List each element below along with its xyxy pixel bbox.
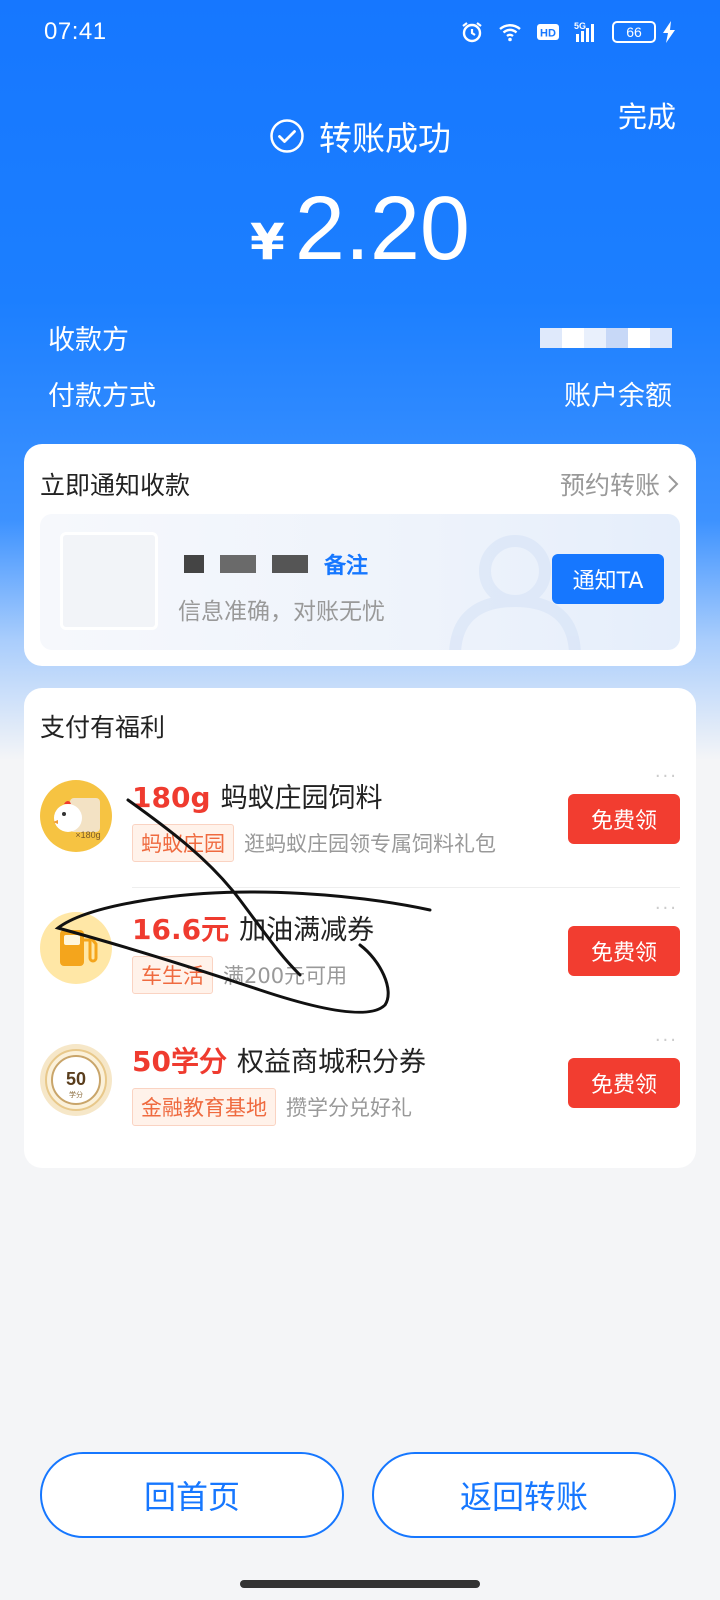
benefit-highlight: 50学分 <box>132 1045 227 1078</box>
home-button[interactable]: 回首页 <box>40 1452 344 1538</box>
check-circle-icon <box>270 119 304 153</box>
success-title: 转账成功 <box>319 119 451 158</box>
battery-indicator: 66 <box>612 21 676 43</box>
status-icons: HD 5G 66 <box>460 20 676 44</box>
hd-icon: HD <box>537 24 559 40</box>
claim-free-button[interactable]: 免费领 <box>568 1058 680 1108</box>
amount-value: 2.20 <box>294 179 470 279</box>
benefit-name: 权益商城积分券 <box>236 1047 426 1078</box>
svg-text:HD: HD <box>540 28 556 40</box>
pay-method-value: 账户余额 <box>564 381 672 412</box>
notify-title: 立即通知收款 <box>40 471 191 500</box>
claim-free-button[interactable]: 免费领 <box>568 794 680 844</box>
signal-5g-icon: 5G <box>574 21 594 42</box>
benefit-item[interactable]: ··· ×180g 180g 蚂蚁庄园饲料 蚂蚁庄园 逛蚂蚁庄园领专属饲料礼包 … <box>24 758 696 888</box>
chevron-right-icon <box>668 475 679 493</box>
notify-payee-card: 立即通知收款 预约转账 备注 信息准确，对账无忧 通知TA <box>24 444 696 666</box>
status-time: 07:41 <box>44 18 107 45</box>
benefit-item[interactable]: ··· 50 学分 50学分 权益商城积分券 金融教育基地 攒学分兑好礼 免费领 <box>24 1022 696 1152</box>
payee-avatar <box>60 532 158 630</box>
benefit-title: 50学分 权益商城积分券 <box>132 1040 426 1080</box>
benefit-title: 16.6元 加油满减券 <box>132 908 374 948</box>
more-options-icon[interactable]: ··· <box>655 766 678 787</box>
wifi-icon <box>499 24 521 42</box>
alarm-icon <box>462 22 482 43</box>
benefit-desc: 逛蚂蚁庄园领专属饲料礼包 <box>244 832 496 856</box>
notify-panel: 备注 信息准确，对账无忧 通知TA <box>40 514 680 650</box>
remark-label: 备注 <box>324 554 369 579</box>
benefit-tag: 蚂蚁庄园 <box>132 824 234 862</box>
currency-symbol: ¥ <box>250 213 285 271</box>
schedule-transfer-link[interactable]: 预约转账 <box>560 466 680 502</box>
status-bar: 07:41 HD 5G 66 <box>0 0 720 64</box>
charging-icon <box>663 21 675 43</box>
svg-text:5G: 5G <box>574 21 586 31</box>
benefit-item[interactable]: ··· 16.6元 加油满减券 车生活 满200元可用 免费领 <box>24 890 696 1020</box>
benefit-desc: 攒学分兑好礼 <box>286 1096 412 1120</box>
notify-ta-button[interactable]: 通知TA <box>552 554 664 604</box>
benefits-title: 支付有福利 <box>40 713 166 742</box>
payee-label: 收款方 <box>48 325 129 356</box>
credit-coin-icon: 50 学分 <box>40 1044 112 1116</box>
benefit-highlight: 16.6元 <box>132 913 230 946</box>
home-indicator[interactable] <box>240 1580 480 1588</box>
benefit-meta: 蚂蚁庄园 逛蚂蚁庄园领专属饲料礼包 <box>132 824 496 862</box>
chicken-feed-icon: ×180g <box>40 780 112 852</box>
payee-masked-name: 备注 <box>184 548 368 580</box>
svg-text:学分: 学分 <box>69 1090 83 1099</box>
more-options-icon[interactable]: ··· <box>655 898 678 919</box>
benefit-tag: 金融教育基地 <box>132 1088 276 1126</box>
back-to-transfer-button[interactable]: 返回转账 <box>372 1452 676 1538</box>
divider <box>132 887 680 888</box>
benefits-card: 支付有福利 ··· ×180g 180g 蚂蚁庄园饲料 蚂蚁庄园 逛蚂蚁庄园领专… <box>24 688 696 1168</box>
benefit-meta: 金融教育基地 攒学分兑好礼 <box>132 1088 412 1126</box>
benefit-name: 加油满减券 <box>239 915 375 946</box>
payee-row: 收款方 <box>48 318 672 357</box>
notify-subtitle: 信息准确，对账无忧 <box>178 599 385 625</box>
benefit-highlight: 180g <box>132 781 211 814</box>
battery-icon: 66 <box>612 21 656 43</box>
svg-text:50: 50 <box>66 1069 86 1089</box>
claim-free-button[interactable]: 免费领 <box>568 926 680 976</box>
benefit-tag: 车生活 <box>132 956 213 994</box>
fuel-pump-icon <box>40 912 112 984</box>
benefit-name: 蚂蚁庄园饲料 <box>220 783 383 814</box>
svg-text:×180g: ×180g <box>75 830 100 840</box>
payee-name-masked <box>540 327 672 348</box>
pay-method-row: 付款方式 账户余额 <box>48 374 672 413</box>
benefit-title: 180g 蚂蚁庄园饲料 <box>132 776 383 815</box>
schedule-transfer-label: 预约转账 <box>559 471 660 500</box>
pay-method-label: 付款方式 <box>48 381 156 412</box>
transfer-amount: ¥ 2.20 <box>0 178 720 281</box>
success-heading: 转账成功 <box>0 112 720 160</box>
more-options-icon[interactable]: ··· <box>655 1030 678 1051</box>
benefit-desc: 满200元可用 <box>223 964 348 988</box>
benefit-meta: 车生活 满200元可用 <box>132 956 347 994</box>
